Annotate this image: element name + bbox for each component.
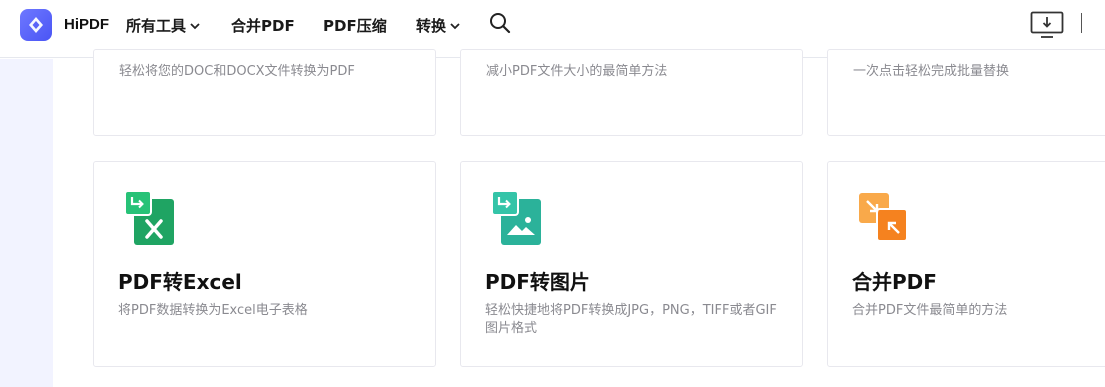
tool-card-pdf-to-excel[interactable]: PDF转Excel 将PDF数据转换为Excel电子表格 [93,161,436,367]
nav-compress-pdf[interactable]: PDF压缩 [323,15,387,36]
hipdf-logo-icon[interactable] [20,9,52,41]
brand-name[interactable]: HiPDF [64,16,109,33]
card-title: PDF转Excel [118,270,242,294]
card-description: 轻松将您的DOC和DOCX文件转换为PDF [119,64,355,79]
tool-cards-area: 轻松将您的DOC和DOCX文件转换为PDF 减小PDF文件大小的最简单方法 一次… [53,49,1105,387]
sidebar-strip [0,59,53,387]
nav-convert[interactable]: 转换 [416,15,460,36]
merge-pdf-icon [859,193,909,247]
card-description: 减小PDF文件大小的最简单方法 [486,64,668,79]
chevron-down-icon [450,16,460,34]
chevron-down-icon [190,16,200,34]
card-title: PDF转图片 [485,270,590,294]
card-description: 轻松快捷地将PDF转换成JPG，PNG，TIFF或者GIF图片格式 [485,303,777,336]
nav-all-tools-label: 所有工具 [126,17,187,35]
pdf-to-excel-icon [124,190,175,249]
nav-convert-label: 转换 [416,17,447,35]
tool-card-merge-pdf[interactable]: 合并PDF 合并PDF文件最简单的方法 [827,161,1105,367]
nav-merge-pdf[interactable]: 合并PDF [231,15,295,36]
nav-divider [1081,13,1082,33]
card-title: 合并PDF [852,270,937,294]
tool-card-word-to-pdf[interactable]: 轻松将您的DOC和DOCX文件转换为PDF [93,49,436,136]
tool-card-batch-replace[interactable]: 一次点击轻松完成批量替换 [827,49,1105,136]
nav-compress-pdf-label: PDF压缩 [323,17,387,35]
desktop-download-icon[interactable] [1030,11,1064,43]
nav-all-tools[interactable]: 所有工具 [126,15,200,36]
tool-card-compress-pdf[interactable]: 减小PDF文件大小的最简单方法 [460,49,803,136]
card-description: 合并PDF文件最简单的方法 [852,303,1008,318]
tool-card-pdf-to-image[interactable]: PDF转图片 轻松快捷地将PDF转换成JPG，PNG，TIFF或者GIF图片格式 [460,161,803,367]
search-icon[interactable] [489,12,511,38]
pdf-to-image-icon [491,190,542,249]
nav-merge-pdf-label: 合并PDF [231,17,295,35]
card-description: 将PDF数据转换为Excel电子表格 [118,303,308,318]
card-description: 一次点击轻松完成批量替换 [853,64,1010,79]
